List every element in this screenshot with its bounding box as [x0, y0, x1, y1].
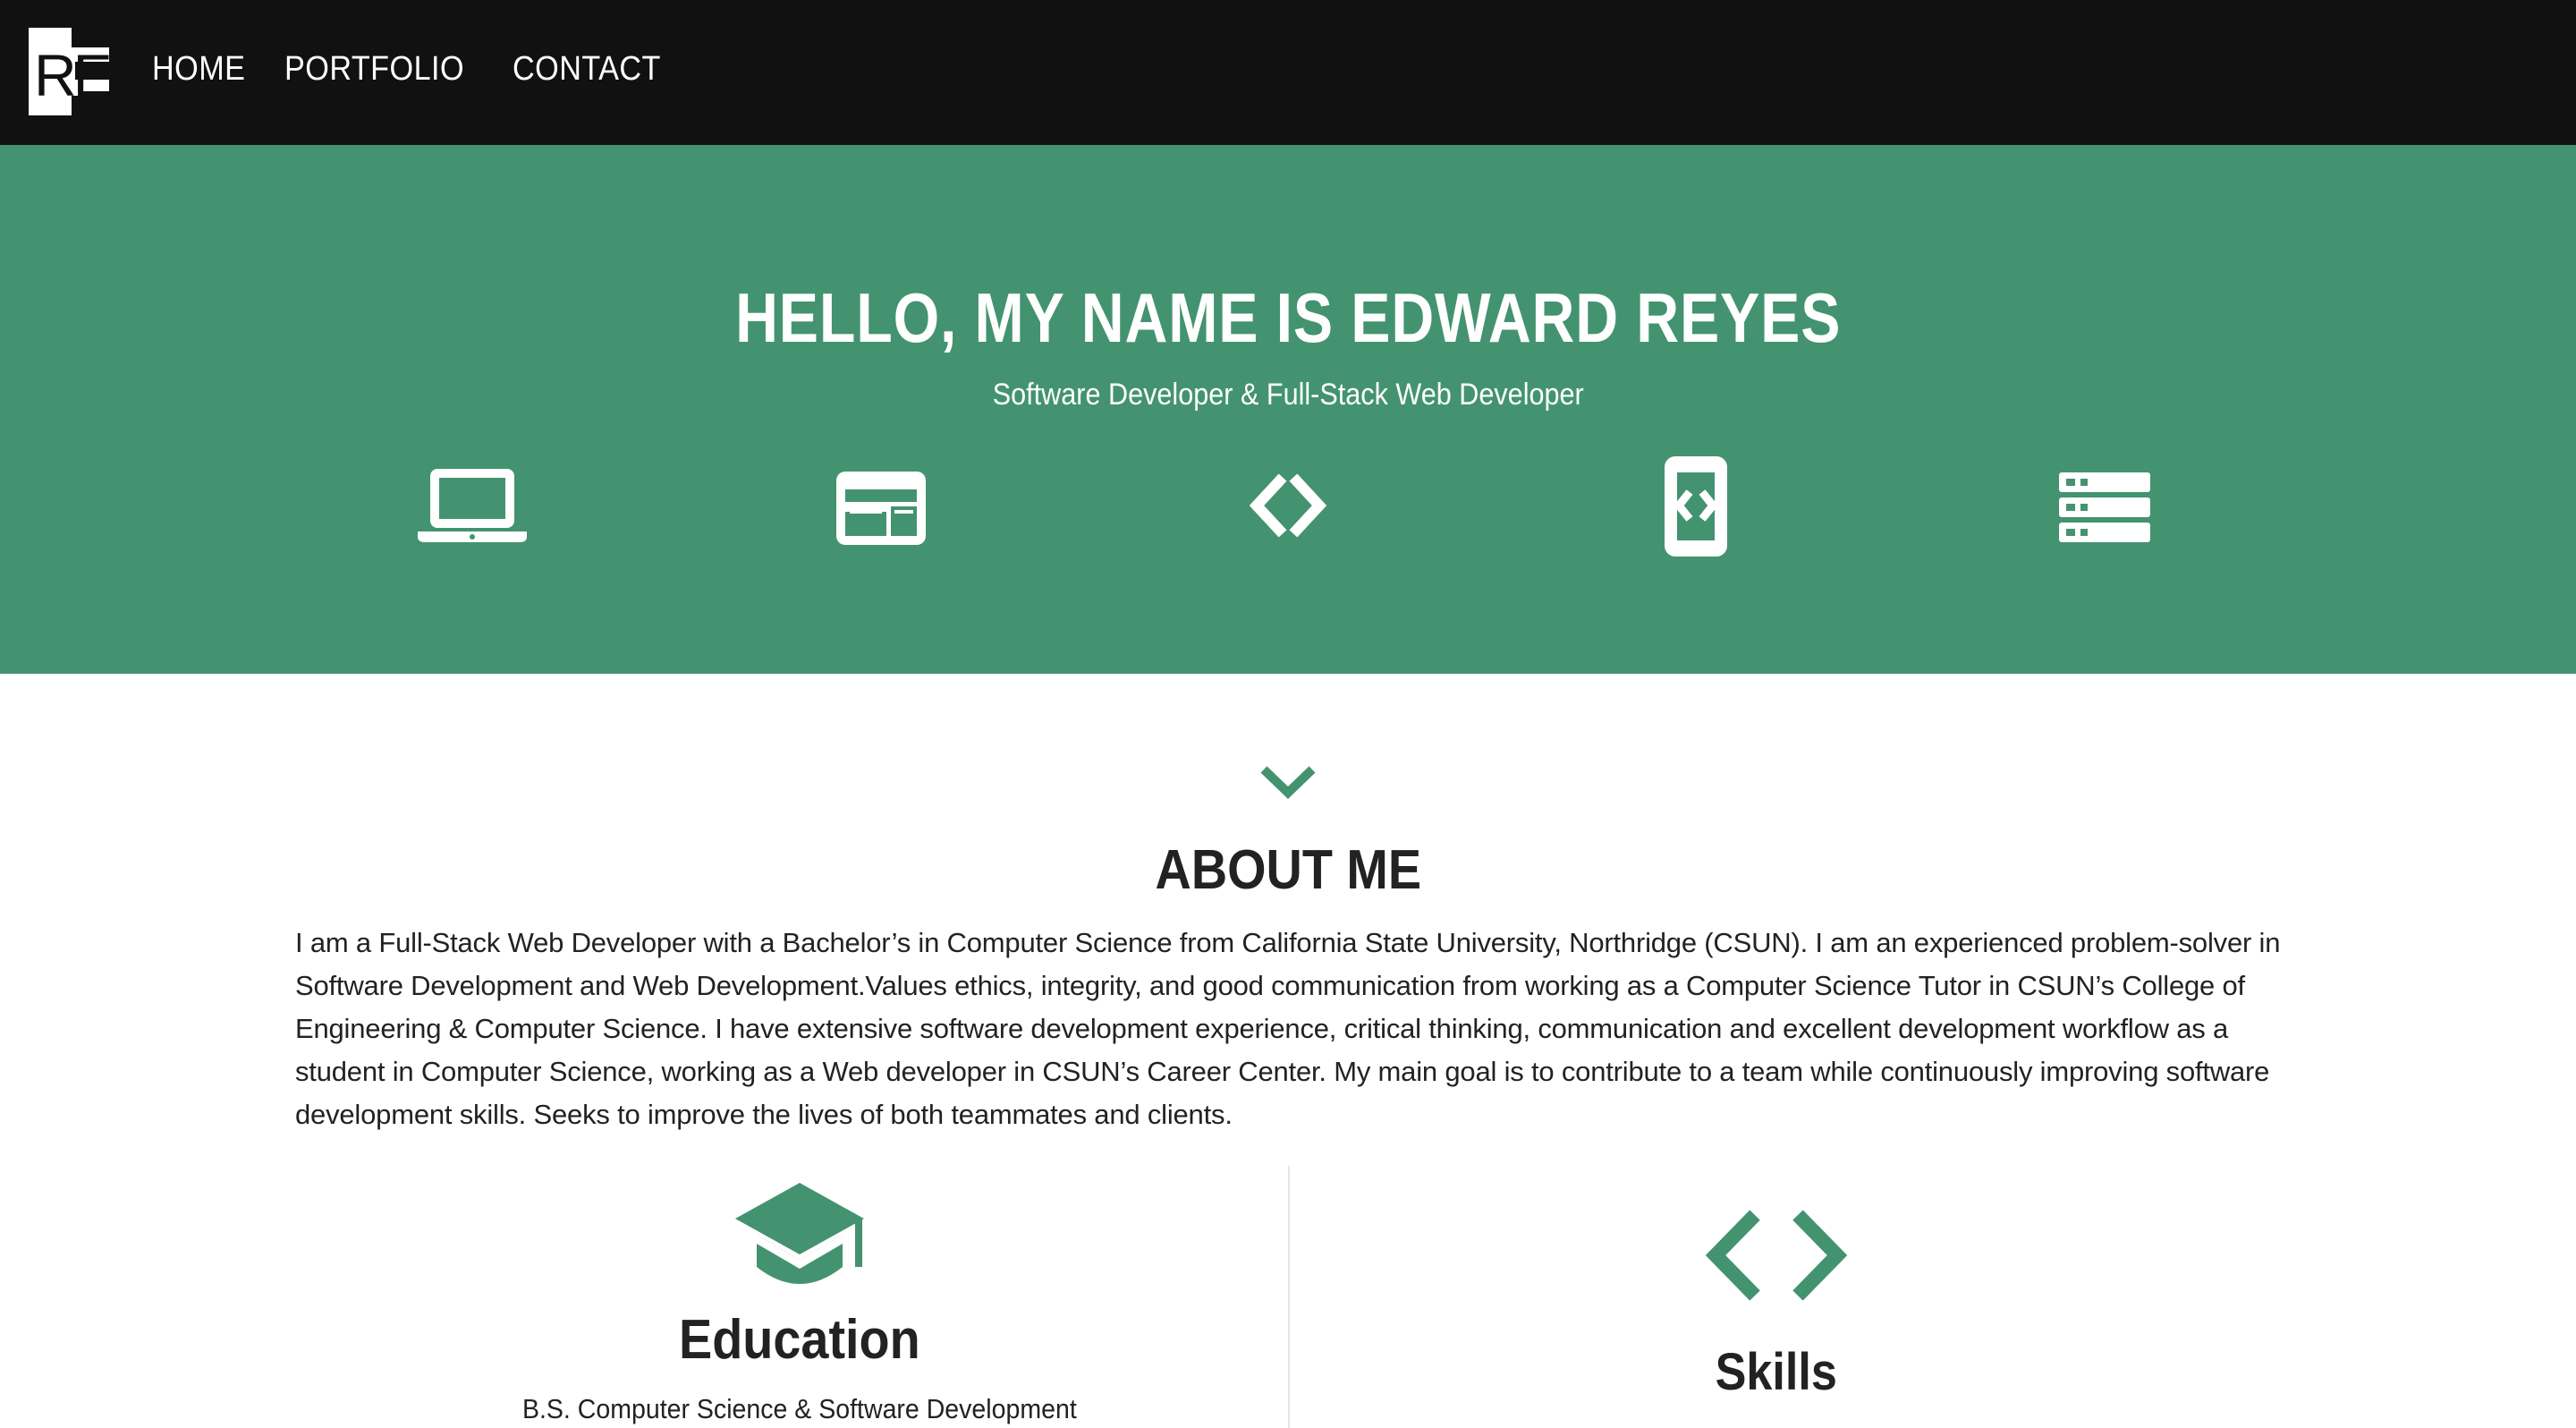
- server-list-icon: [2046, 449, 2163, 565]
- hero-section: HELLO, MY NAME IS EDWARD REYES Software …: [0, 145, 2576, 674]
- logo[interactable]: RE: [29, 28, 113, 115]
- main-nav: HOME PORTFOLIO CONTACT: [152, 50, 678, 89]
- education-degree: B.S. Computer Science & Software Develop…: [522, 1393, 1077, 1424]
- nav-portfolio[interactable]: PORTFOLIO: [284, 50, 464, 89]
- about-text: I am a Full-Stack Web Developer with a B…: [295, 927, 2281, 1130]
- browser-window-icon: [823, 449, 939, 565]
- column-divider: [1288, 1166, 1290, 1428]
- skills-title: Skills: [1715, 1343, 1838, 1401]
- hero-title: HELLO, MY NAME IS EDWARD REYES: [734, 278, 1842, 357]
- nav-home[interactable]: HOME: [152, 50, 245, 89]
- nav-contact[interactable]: CONTACT: [513, 50, 661, 89]
- chevron-down-icon[interactable]: [1257, 762, 1319, 802]
- code-icon: [1699, 1206, 1853, 1305]
- graduation-cap-icon: [732, 1179, 868, 1290]
- hero-subtitle: Software Developer & Full-Stack Web Deve…: [992, 378, 1584, 412]
- laptop-icon: [414, 449, 530, 565]
- mobile-code-icon: [1638, 449, 1754, 565]
- education-title: Education: [679, 1309, 920, 1371]
- logo-text: RE: [34, 42, 113, 108]
- navbar: RE HOME PORTFOLIO CONTACT: [0, 0, 2576, 145]
- about-title: ABOUT ME: [1155, 839, 1421, 901]
- code-icon: [1230, 449, 1346, 565]
